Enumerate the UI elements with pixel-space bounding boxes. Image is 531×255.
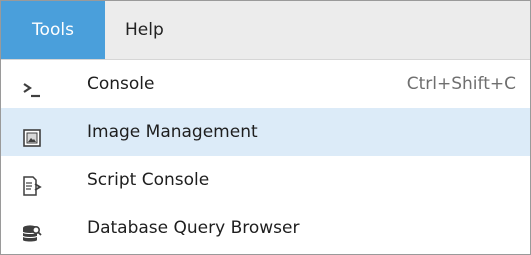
menu-item-label: Console — [87, 74, 155, 94]
menu-item-console[interactable]: Console Ctrl+Shift+C — [1, 60, 530, 108]
menubar-help[interactable]: Help — [125, 1, 164, 59]
menu-item-script-console[interactable]: Script Console — [1, 156, 530, 204]
menubar: Tools Help — [1, 1, 530, 60]
menu-item-shortcut: Ctrl+Shift+C — [406, 74, 516, 94]
console-icon — [21, 72, 43, 98]
database-icon — [21, 216, 43, 242]
menu-window: Tools Help Console Ctrl+Shift+C Image Ma… — [0, 0, 531, 255]
menu-item-label: Image Management — [87, 122, 258, 142]
menu-item-label: Script Console — [87, 170, 210, 190]
menu-item-database-query-browser[interactable]: Database Query Browser — [1, 204, 530, 252]
script-icon — [21, 168, 43, 196]
menu-item-label: Database Query Browser — [87, 218, 300, 238]
menubar-tools[interactable]: Tools — [1, 1, 105, 59]
menu-item-image-management[interactable]: Image Management — [1, 108, 530, 156]
tools-dropdown-menu: Console Ctrl+Shift+C Image Management Sc… — [1, 60, 530, 252]
image-icon — [21, 120, 43, 147]
